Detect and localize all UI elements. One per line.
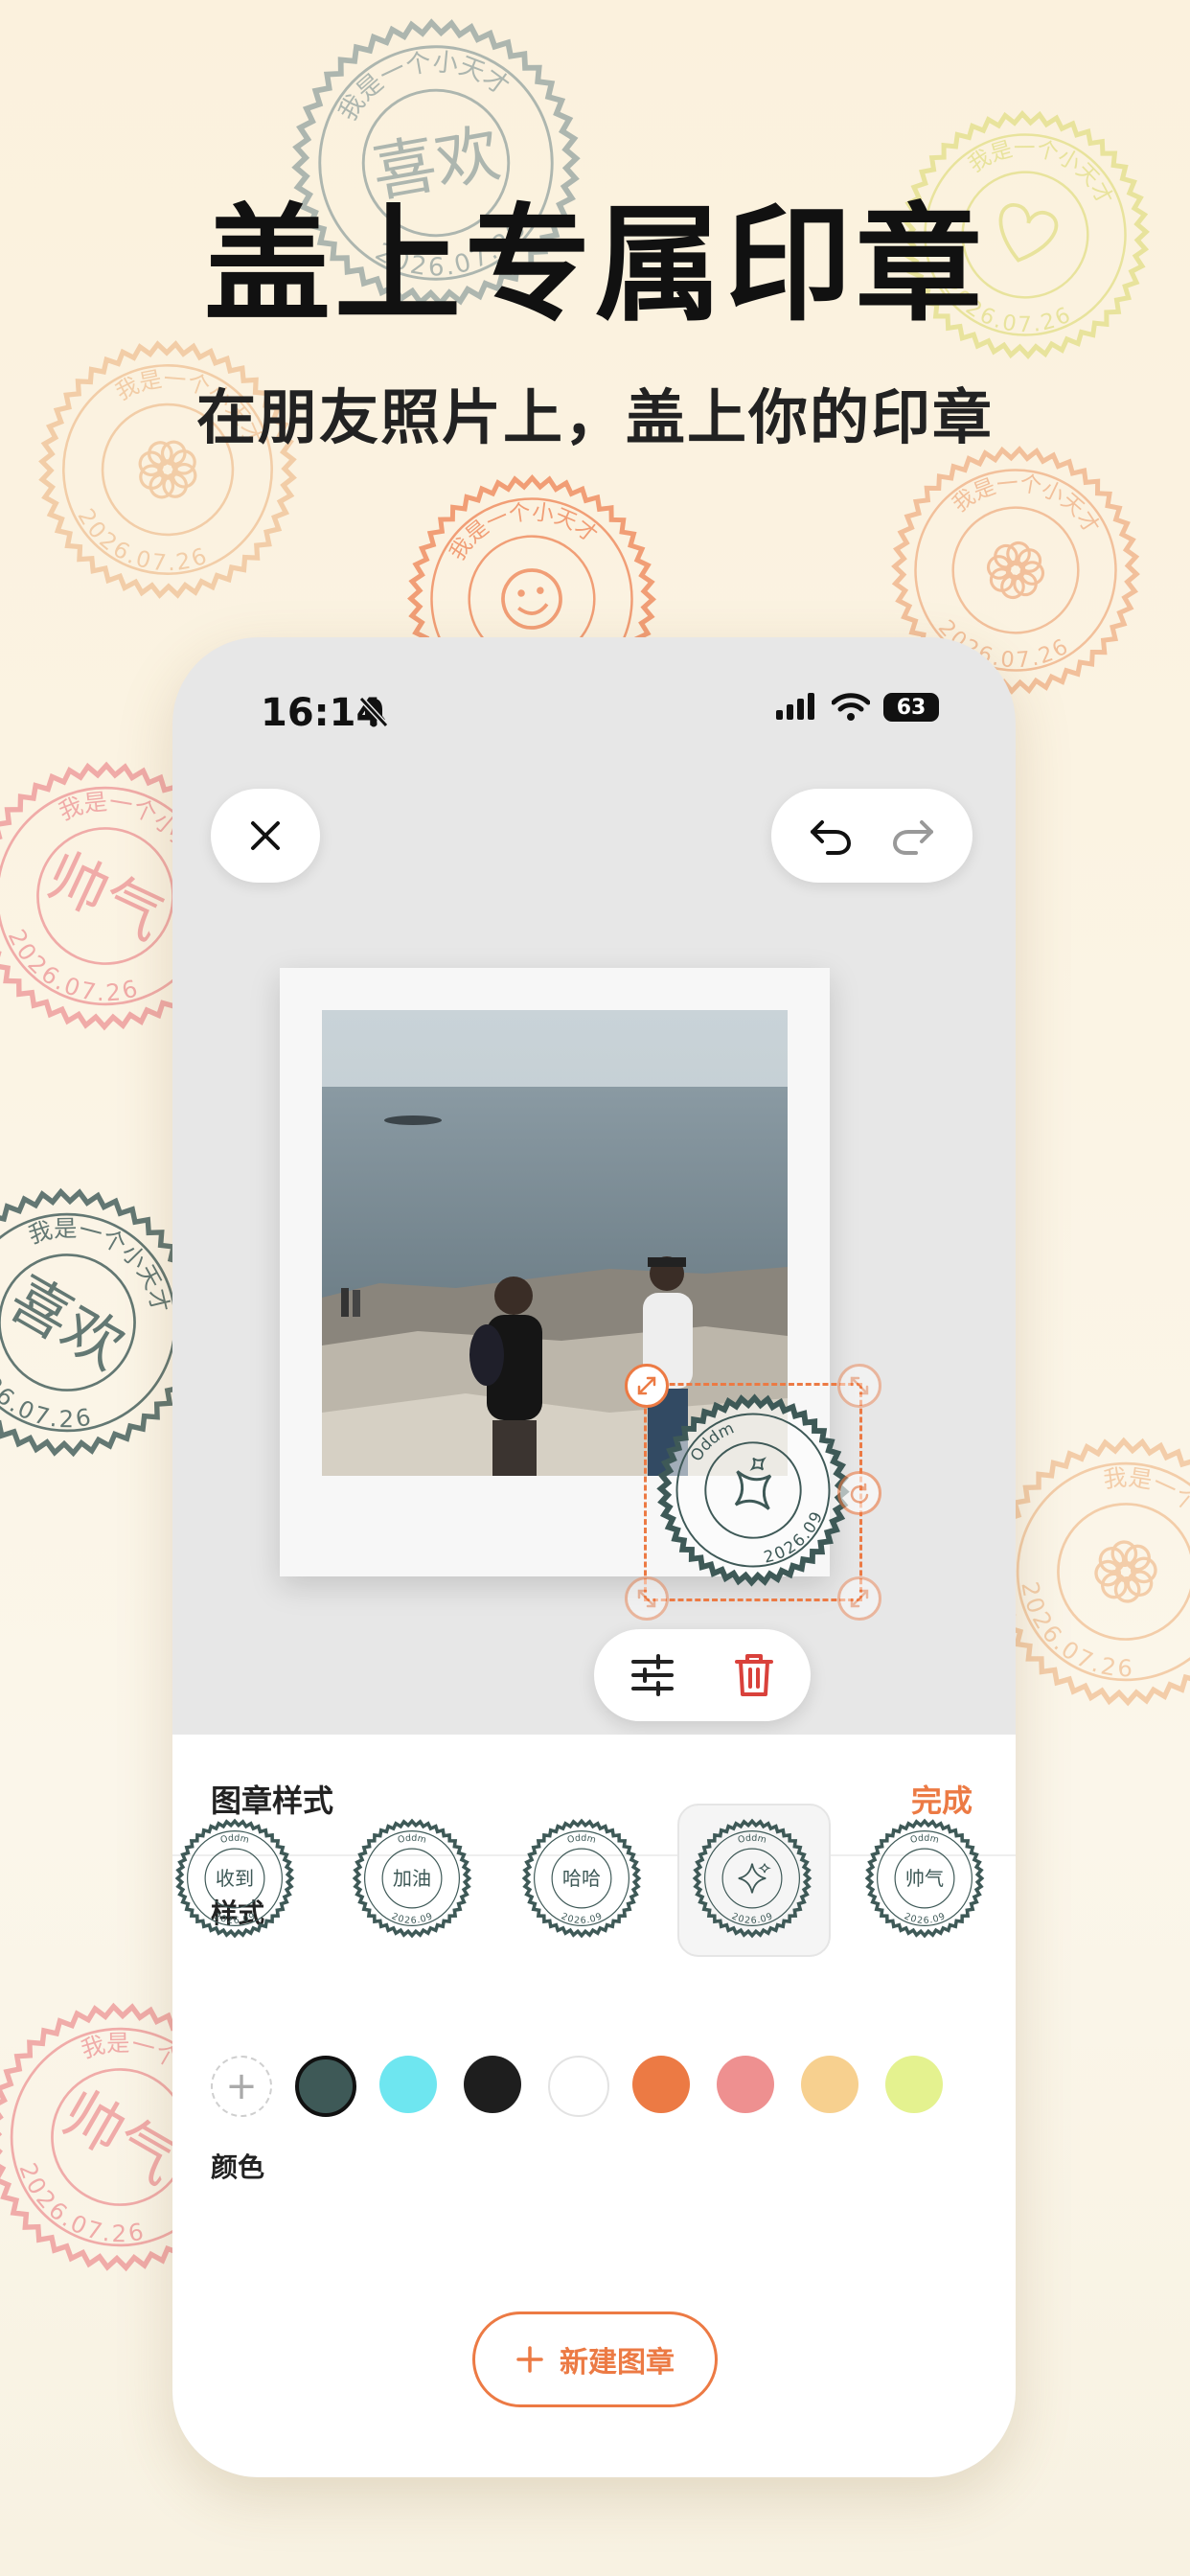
close-icon [251,821,280,850]
trash-icon[interactable] [733,1652,775,1698]
stamp-date-text: 2026.09 [730,1911,774,1926]
stamp-center-text: 帅气 [36,840,173,954]
resize-handle-top-right[interactable] [837,1364,881,1408]
undo-icon[interactable] [809,816,853,855]
stamp-selection-box [644,1383,862,1601]
color-swatch[interactable] [632,2056,690,2113]
color-swatch[interactable] [548,2056,609,2117]
stamp-center-text: 帅气 [51,2078,189,2197]
stamp-center-text: 加油 [393,1867,431,1890]
phone-mockup: 16:14 63 Oddm 2026.09 图章样式 完成 样式 颜色 Oddm… [172,637,1016,2477]
color-swatch[interactable] [717,2056,774,2113]
stamp-date-text: 2026.09 [560,1911,604,1926]
stamp-center-text: 帅气 [905,1867,944,1890]
stamp-date-text: 2026.09 [903,1911,947,1926]
resize-handle-bottom-left[interactable] [625,1576,669,1621]
color-swatch[interactable] [379,2056,437,2113]
status-bar: 16:14 63 [172,687,1016,754]
stamp-center-text: 收到 [216,1867,254,1890]
stamp-date-text: 2026.07.26 [0,2150,156,2271]
color-swatch[interactable] [801,2056,858,2113]
style-option[interactable]: Oddm 2026.09 哈哈 [519,1816,644,1941]
stamp-top-text: 我是一个小天才 [15,1185,195,1325]
stamp-date-text: 2026.07.26 [62,498,217,595]
undo-redo-group [771,789,973,883]
wifi-icon [832,693,870,721]
stamp-date-text: 2026.07.26 [0,1336,103,1457]
rotate-handle[interactable] [837,1471,881,1515]
adjust-sliders-icon[interactable] [629,1652,675,1698]
flower-icon [986,540,1045,600]
plus-icon [516,2346,543,2373]
stamp-top-text: 我是一个小天才 [440,490,605,567]
expand-icon [637,1376,656,1395]
stamp-top-text: Oddm [737,1833,767,1846]
color-swatch[interactable] [295,2056,356,2117]
expand-icon [850,1376,869,1395]
stamp-date-text: 2026.07.26 [996,1568,1146,1705]
hero-title: 盖上专属印章 [204,192,986,339]
panel-title: 图章样式 [211,1782,334,1819]
stamp-top-text: Oddm [219,1833,250,1846]
new-stamp-button[interactable]: 新建图章 [472,2312,718,2407]
done-button[interactable]: 完成 [911,1777,973,1821]
stamp-date-text: 2026.09 [213,1911,257,1926]
color-options-row: + [211,2056,996,2123]
rotate-icon [850,1483,869,1504]
flower-icon [1094,1540,1157,1603]
color-section-label: 颜色 [211,2151,265,2183]
resize-handle-bottom-right[interactable] [837,1576,881,1621]
redo-icon[interactable] [891,816,935,855]
style-option[interactable]: Oddm 2026.09 加油 [350,1816,474,1941]
expand-icon [637,1589,656,1608]
style-options-row: Oddm 2026.09 收到 Oddm 2026.09 加油 Oddm 2026.09 哈哈 O… [172,1804,1016,1979]
stamp-top-text: Oddm [566,1833,597,1846]
color-swatch[interactable] [885,2056,943,2113]
stamp-top-text: 我是一个小天才 [1089,1434,1190,1592]
hero-subtitle: 在朋友照片上，盖上你的印章 [195,382,994,452]
stamp-floating-toolbar [594,1629,811,1721]
add-color-button[interactable]: + [211,2056,272,2117]
cellular-signal-icon [776,693,814,720]
sparkle-icon [738,1863,771,1894]
stamp-center-text: 喜欢 [0,1263,136,1383]
stamp-top-text: 我是一个小天才 [326,34,517,130]
bell-muted-icon [358,696,389,728]
close-button[interactable] [211,789,320,883]
expand-icon [850,1589,869,1608]
background-stamp: 我是一个小天才2026.07.26 [38,340,297,599]
stamp-top-text: Oddm [909,1833,940,1846]
smile-icon [501,568,562,630]
stamp-date-text: 2026.07.26 [0,917,149,1028]
stamp-scallop-border [38,340,297,599]
style-option[interactable]: Oddm 2026.09 [690,1816,814,1941]
stamp-center-text: 哈哈 [562,1867,601,1890]
resize-handle-top-left[interactable] [625,1364,669,1408]
stamp-top-text: Oddm [397,1833,427,1846]
style-option[interactable]: Oddm 2026.09 帅气 [862,1816,987,1941]
stamp-top-text: 我是一个小天才 [945,459,1110,541]
stamp-date-text: 2026.09 [390,1911,434,1926]
color-swatch[interactable] [464,2056,521,2113]
style-option[interactable]: Oddm 2026.09 收到 [172,1816,297,1941]
battery-indicator: 63 [883,693,939,722]
new-stamp-label: 新建图章 [560,2346,675,2380]
